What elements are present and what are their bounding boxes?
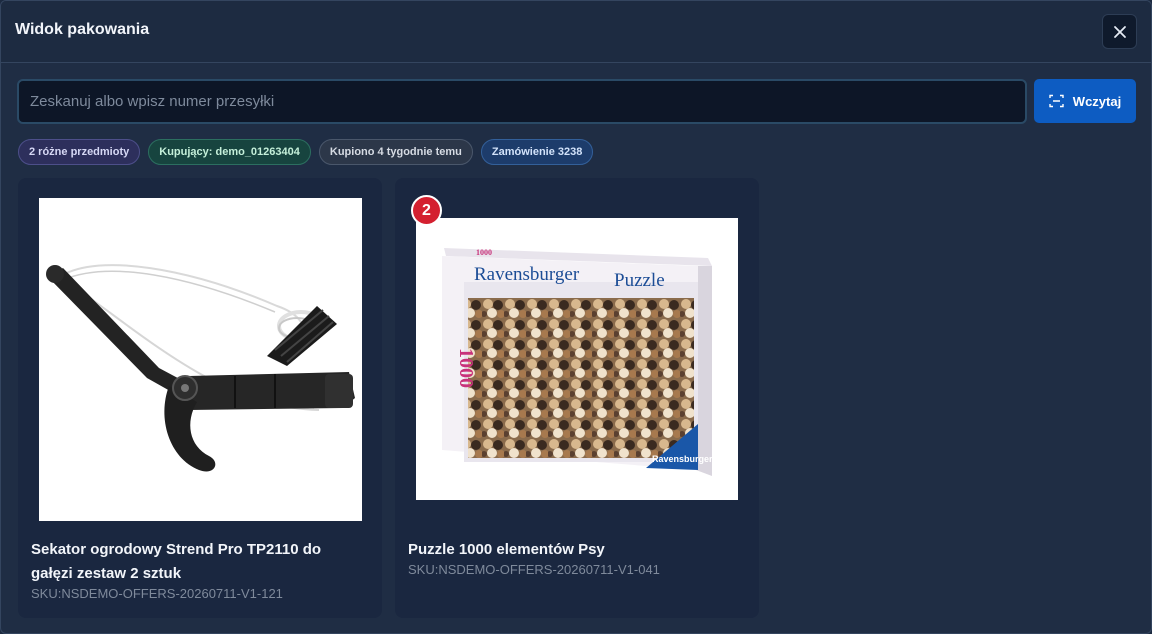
product-card: 2 Ravensburger Ravensburger Puzzle 1000 … [395, 178, 759, 618]
packing-view-modal: Widok pakowania Wczytaj 2 różne przedmio… [0, 0, 1152, 634]
quantity-badge: 2 [411, 195, 442, 226]
items-count-badge: 2 różne przedmioty [18, 139, 141, 165]
pruner-image [39, 198, 362, 521]
box-title-text: Puzzle [614, 270, 665, 291]
box-brand-text: Ravensburger [474, 264, 580, 285]
order-number-badge: Zamówienie 3238 [480, 139, 594, 165]
box-piece-count: 1000 [455, 348, 477, 388]
product-name: Puzzle 1000 elementów Psy [408, 541, 605, 558]
product-sku: SKU:NSDEMO-OFFERS-20260711-V1-121 [31, 586, 283, 601]
order-info-chips: 2 różne przedmioty Kupujący: demo_012634… [18, 139, 594, 165]
box-top-count: 1000 [476, 248, 492, 257]
scan-icon [1049, 94, 1064, 108]
product-card: Sekator ogrodowy Strend Pro TP2110 do ga… [18, 178, 382, 618]
close-button[interactable] [1102, 14, 1137, 49]
modal-title: Widok pakowania [15, 21, 150, 38]
close-icon [1113, 25, 1126, 38]
product-name: Sekator ogrodowy Strend Pro TP2110 do ga… [31, 541, 322, 582]
puzzle-box-image: Ravensburger Ravensburger Puzzle 1000 10… [416, 218, 738, 500]
product-sku: SKU:NSDEMO-OFFERS-20260711-V1-041 [408, 562, 660, 577]
load-button-label: Wczytaj [1072, 93, 1122, 109]
buyer-badge: Kupujący: demo_01263404 [148, 139, 311, 165]
box-corner-brand: Ravensburger [652, 454, 713, 464]
shipment-number-input[interactable] [17, 79, 1027, 124]
load-button[interactable]: Wczytaj [1034, 79, 1136, 123]
purchase-date-badge: Kupiono 4 tygodnie temu [318, 139, 473, 165]
modal-header: Widok pakowania [1, 1, 1151, 63]
